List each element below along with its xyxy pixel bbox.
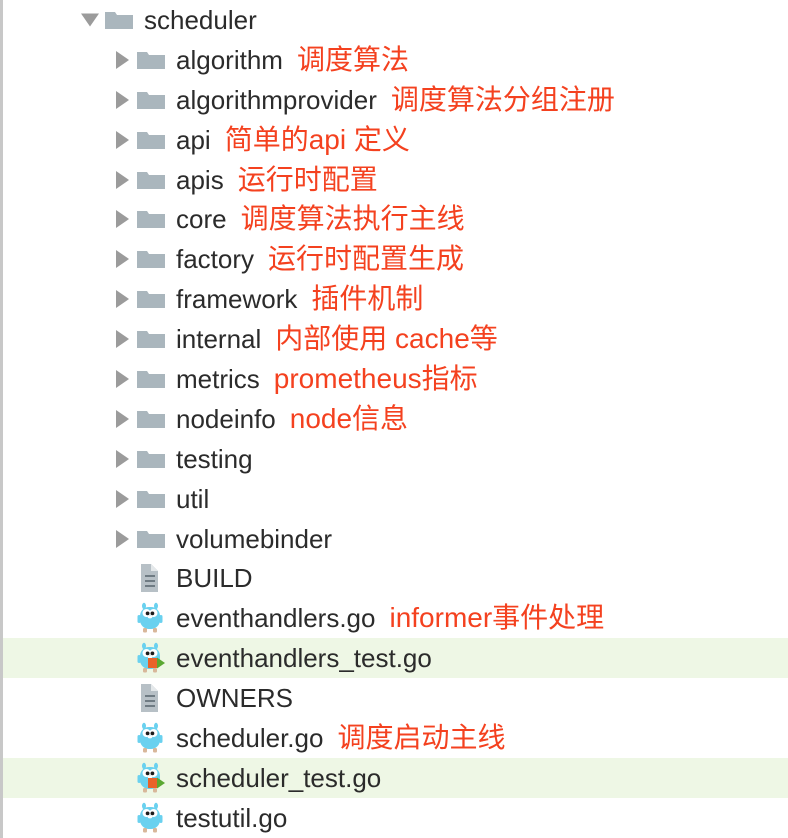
tree-row-annotation: 运行时配置 bbox=[237, 163, 378, 195]
chevron-right-icon[interactable] bbox=[110, 359, 136, 399]
chevron-right-icon[interactable] bbox=[110, 40, 136, 80]
tree-row-label: testing bbox=[176, 443, 253, 474]
tree-row[interactable]: api 简单的api 定义 bbox=[3, 120, 788, 160]
chevron-right-icon[interactable] bbox=[110, 199, 136, 239]
folder-icon bbox=[136, 80, 170, 120]
tree-row-annotation: 运行时配置生成 bbox=[268, 243, 465, 275]
tree-row-annotation: prometheus指标 bbox=[273, 362, 478, 394]
tree-row-label: internal bbox=[176, 324, 262, 355]
tree-row-annotation: 插件机制 bbox=[311, 283, 424, 315]
tree-row-annotation: 调度算法执行主线 bbox=[240, 203, 465, 235]
tree-row[interactable]: eventhandlers_test.go bbox=[3, 638, 788, 679]
tree-row-label: eventhandlers.go bbox=[176, 603, 376, 634]
tree-row[interactable]: metrics prometheus指标 bbox=[3, 359, 788, 399]
tree-row[interactable]: algorithm 调度算法 bbox=[3, 40, 788, 80]
chevron-right-icon[interactable] bbox=[110, 160, 136, 200]
folder-icon bbox=[136, 359, 170, 399]
twisty-placeholder bbox=[110, 718, 136, 758]
tree-row[interactable]: volumebinder bbox=[3, 519, 788, 559]
file-tree[interactable]: scheduler algorithm 调度算法 algorithmprovide… bbox=[0, 0, 788, 838]
tree-row-annotation: 调度算法分组注册 bbox=[390, 83, 615, 115]
tree-row[interactable]: scheduler.go 调度启动主线 bbox=[3, 718, 788, 758]
tree-row-annotation: 简单的api 定义 bbox=[224, 123, 410, 155]
tree-row[interactable]: nodeinfo node信息 bbox=[3, 399, 788, 439]
tree-row-label: scheduler bbox=[144, 4, 257, 35]
folder-icon bbox=[136, 399, 170, 439]
go-test-file-icon bbox=[136, 758, 170, 798]
tree-row[interactable]: scheduler bbox=[3, 0, 788, 40]
tree-row[interactable]: scheduler_test.go bbox=[3, 757, 788, 798]
chevron-right-icon[interactable] bbox=[110, 479, 136, 519]
twisty-placeholder bbox=[110, 678, 136, 718]
tree-row-annotation: node信息 bbox=[289, 402, 409, 434]
tree-row-annotation: 调度算法 bbox=[296, 43, 409, 75]
tree-row-label: scheduler_test.go bbox=[176, 762, 382, 793]
tree-row-label: core bbox=[176, 204, 227, 235]
go-test-file-icon bbox=[136, 638, 170, 678]
tree-row[interactable]: testutil.go bbox=[3, 798, 788, 838]
tree-row[interactable]: testing bbox=[3, 439, 788, 479]
tree-row-label: algorithm bbox=[176, 44, 283, 75]
tree-row[interactable]: BUILD bbox=[3, 558, 788, 598]
document-icon bbox=[136, 558, 170, 598]
chevron-right-icon[interactable] bbox=[110, 399, 136, 439]
go-file-icon bbox=[136, 798, 170, 838]
tree-row[interactable]: util bbox=[3, 479, 788, 519]
tree-row-label: algorithmprovider bbox=[176, 84, 377, 115]
folder-icon bbox=[136, 279, 170, 319]
tree-row-label: testutil.go bbox=[176, 802, 288, 833]
twisty-placeholder bbox=[110, 558, 136, 598]
tree-row-label: nodeinfo bbox=[176, 403, 276, 434]
chevron-right-icon[interactable] bbox=[110, 239, 136, 279]
twisty-placeholder bbox=[110, 638, 136, 678]
chevron-right-icon[interactable] bbox=[110, 120, 136, 160]
chevron-right-icon[interactable] bbox=[110, 279, 136, 319]
tree-row-label: eventhandlers_test.go bbox=[176, 643, 432, 674]
go-file-icon bbox=[136, 598, 170, 638]
tree-row-annotation: 内部使用 cache等 bbox=[275, 323, 498, 355]
tree-row-annotation: 调度启动主线 bbox=[337, 721, 506, 753]
tree-row[interactable]: internal 内部使用 cache等 bbox=[3, 319, 788, 359]
folder-icon bbox=[136, 199, 170, 239]
tree-row-label: api bbox=[176, 124, 211, 155]
chevron-right-icon[interactable] bbox=[110, 519, 136, 559]
tree-row[interactable]: apis 运行时配置 bbox=[3, 160, 788, 200]
tree-row-label: apis bbox=[176, 164, 224, 195]
folder-icon bbox=[136, 319, 170, 359]
tree-row-annotation: informer事件处理 bbox=[389, 602, 605, 634]
document-icon bbox=[136, 678, 170, 718]
go-file-icon bbox=[136, 718, 170, 758]
chevron-right-icon[interactable] bbox=[110, 80, 136, 120]
tree-row-label: scheduler.go bbox=[176, 722, 324, 753]
tree-row[interactable]: OWNERS bbox=[3, 678, 788, 718]
tree-row-label: framework bbox=[176, 284, 298, 315]
folder-icon bbox=[136, 120, 170, 160]
folder-icon bbox=[136, 239, 170, 279]
folder-icon bbox=[136, 439, 170, 479]
folder-icon bbox=[136, 519, 170, 559]
folder-icon bbox=[104, 0, 138, 40]
tree-row[interactable]: framework 插件机制 bbox=[3, 279, 788, 319]
twisty-placeholder bbox=[110, 758, 136, 798]
tree-row-label: volumebinder bbox=[176, 523, 333, 554]
tree-row[interactable]: eventhandlers.go informer事件处理 bbox=[3, 598, 788, 638]
chevron-right-icon[interactable] bbox=[110, 319, 136, 359]
folder-icon bbox=[136, 479, 170, 519]
tree-row[interactable]: factory 运行时配置生成 bbox=[3, 239, 788, 279]
chevron-down-icon[interactable] bbox=[78, 0, 104, 40]
tree-row[interactable]: core 调度算法执行主线 bbox=[3, 199, 788, 239]
tree-row-label: metrics bbox=[176, 363, 260, 394]
tree-row[interactable]: algorithmprovider 调度算法分组注册 bbox=[3, 80, 788, 120]
twisty-placeholder bbox=[110, 798, 136, 838]
folder-icon bbox=[136, 40, 170, 80]
chevron-right-icon[interactable] bbox=[110, 439, 136, 479]
tree-row-label: util bbox=[176, 483, 210, 514]
tree-row-label: factory bbox=[176, 244, 255, 275]
tree-row-label: OWNERS bbox=[176, 683, 293, 714]
tree-row-label: BUILD bbox=[176, 563, 253, 594]
twisty-placeholder bbox=[110, 598, 136, 638]
folder-icon bbox=[136, 160, 170, 200]
